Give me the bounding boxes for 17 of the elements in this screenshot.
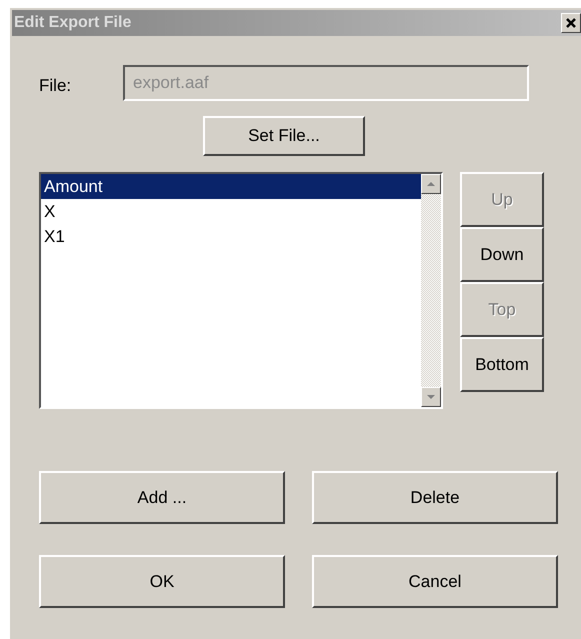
move-button[interactable]: Down	[460, 227, 544, 282]
dialog-button[interactable]: Cancel	[312, 555, 558, 608]
close-icon	[566, 18, 576, 28]
file-label: File:	[39, 75, 72, 96]
window-title: Edit Export File	[14, 14, 132, 32]
list-item[interactable]: Amount	[41, 174, 421, 199]
dialog-button[interactable]: OK	[39, 555, 285, 608]
scroll-up-button[interactable]	[421, 174, 441, 194]
down-arrow-icon	[427, 395, 435, 399]
move-button[interactable]: Bottom	[460, 337, 544, 392]
set-file-button[interactable]: Set File...	[203, 116, 365, 156]
action-button[interactable]: Delete	[312, 471, 558, 524]
scroll-down-button[interactable]	[421, 387, 441, 407]
close-button[interactable]	[561, 13, 581, 33]
scroll-bar[interactable]	[421, 174, 441, 407]
up-arrow-icon	[427, 182, 435, 186]
action-button[interactable]: Add ...	[39, 471, 285, 524]
